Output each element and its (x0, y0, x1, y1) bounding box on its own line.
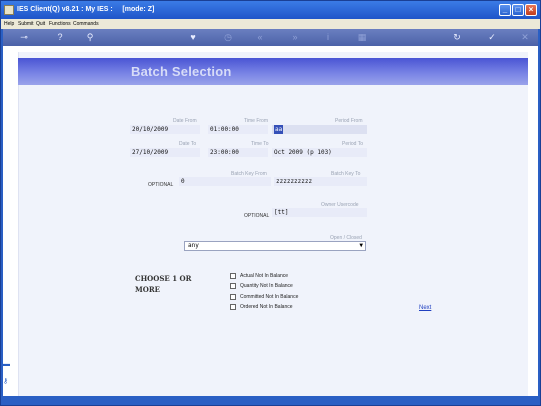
sidebar-key-icon[interactable]: ⚷ (3, 377, 13, 387)
page-header: Batch Selection (18, 58, 528, 85)
menu-submit[interactable]: Submit (18, 21, 34, 27)
open-closed-value: any (188, 242, 199, 249)
open-closed-select[interactable]: any ▼ (184, 241, 366, 251)
next-link[interactable]: Next (419, 305, 431, 311)
rewind-icon[interactable]: « (253, 31, 267, 43)
form-panel (18, 52, 528, 396)
checkbox-actual[interactable] (230, 273, 236, 279)
help-icon[interactable]: ? (53, 31, 67, 43)
checkbox-actual-label: Actual Not In Balance (240, 273, 289, 279)
close-icon[interactable]: ✕ (518, 31, 532, 43)
key-icon[interactable]: ⊸ (13, 31, 35, 43)
menu-help[interactable]: Help (4, 21, 14, 27)
owner-usercode-field[interactable]: [tt] (272, 208, 367, 217)
menu-functions[interactable]: Functions (49, 21, 71, 27)
window-title: IES Client(Q) v8.21 : My IES : [mode: Z] (17, 6, 155, 13)
heart-icon[interactable]: ♥ (186, 31, 200, 43)
info-icon[interactable]: i (321, 31, 335, 43)
optional-label-owner: OPTIONAL (244, 213, 270, 219)
date-to-field[interactable]: 27/10/2009 (130, 148, 200, 157)
maximize-button[interactable]: □ (512, 4, 524, 16)
batch-key-from-field[interactable]: 0 (179, 177, 271, 186)
toolbar: ⊸ ? ⚲ ♥ ◷ « » i ▦ ↻ ✓ ✕ (3, 29, 538, 46)
time-from-label: Time From (244, 118, 268, 124)
minimize-button[interactable]: _ (499, 4, 511, 16)
checkbox-ordered-label: Ordered Not In Balance (240, 304, 293, 310)
checkbox-committed-label: Committed Not In Balance (240, 294, 299, 300)
choose-heading-more: MORE (135, 285, 160, 294)
time-to-label: Time To (251, 141, 269, 147)
time-to-field[interactable]: 23:00:00 (208, 148, 268, 157)
period-to-field[interactable]: Oct 2009 (p 103) (272, 148, 367, 157)
date-from-field[interactable]: 20/10/2009 (130, 125, 200, 134)
period-from-label: Period From (335, 118, 363, 124)
clock-icon[interactable]: ◷ (221, 31, 235, 43)
close-button[interactable]: × (525, 4, 537, 16)
period-from-field[interactable]: aa (272, 125, 367, 134)
time-from-field[interactable]: 01:00:00 (208, 125, 268, 134)
period-to-label: Period To (342, 141, 364, 147)
app-window: IES Client(Q) v8.21 : My IES : [mode: Z]… (0, 0, 541, 406)
checkbox-quantity[interactable] (230, 283, 236, 289)
grid-icon[interactable]: ▦ (355, 31, 369, 43)
checkbox-quantity-label: Quantity Not In Balance (240, 283, 293, 289)
date-from-label: Date From (173, 118, 197, 124)
title-bar: IES Client(Q) v8.21 : My IES : [mode: Z]… (1, 1, 540, 19)
menu-bar: Help Submit Quit Functions Commands (1, 19, 540, 29)
refresh-icon[interactable]: ↻ (450, 31, 464, 43)
sidebar-doc-icon[interactable]: ▬ (3, 361, 13, 371)
check-icon[interactable]: ✓ (485, 31, 499, 43)
checkbox-ordered[interactable] (230, 304, 236, 310)
fast-forward-icon[interactable]: » (288, 31, 302, 43)
page-title: Batch Selection (131, 64, 232, 79)
menu-commands[interactable]: Commands (73, 21, 99, 27)
chevron-down-icon: ▼ (359, 242, 363, 249)
app-icon (4, 5, 14, 15)
choose-heading: CHOOSE 1 OR (135, 274, 192, 283)
menu-quit[interactable]: Quit (36, 21, 45, 27)
date-to-label: Date To (179, 141, 197, 147)
search-icon[interactable]: ⚲ (83, 31, 97, 43)
batch-key-to-field[interactable]: zzzzzzzzzz (274, 177, 367, 186)
checkbox-committed[interactable] (230, 294, 236, 300)
optional-label-batch: OPTIONAL (148, 182, 174, 188)
status-bar (1, 396, 540, 405)
period-from-value: aa (274, 125, 284, 134)
